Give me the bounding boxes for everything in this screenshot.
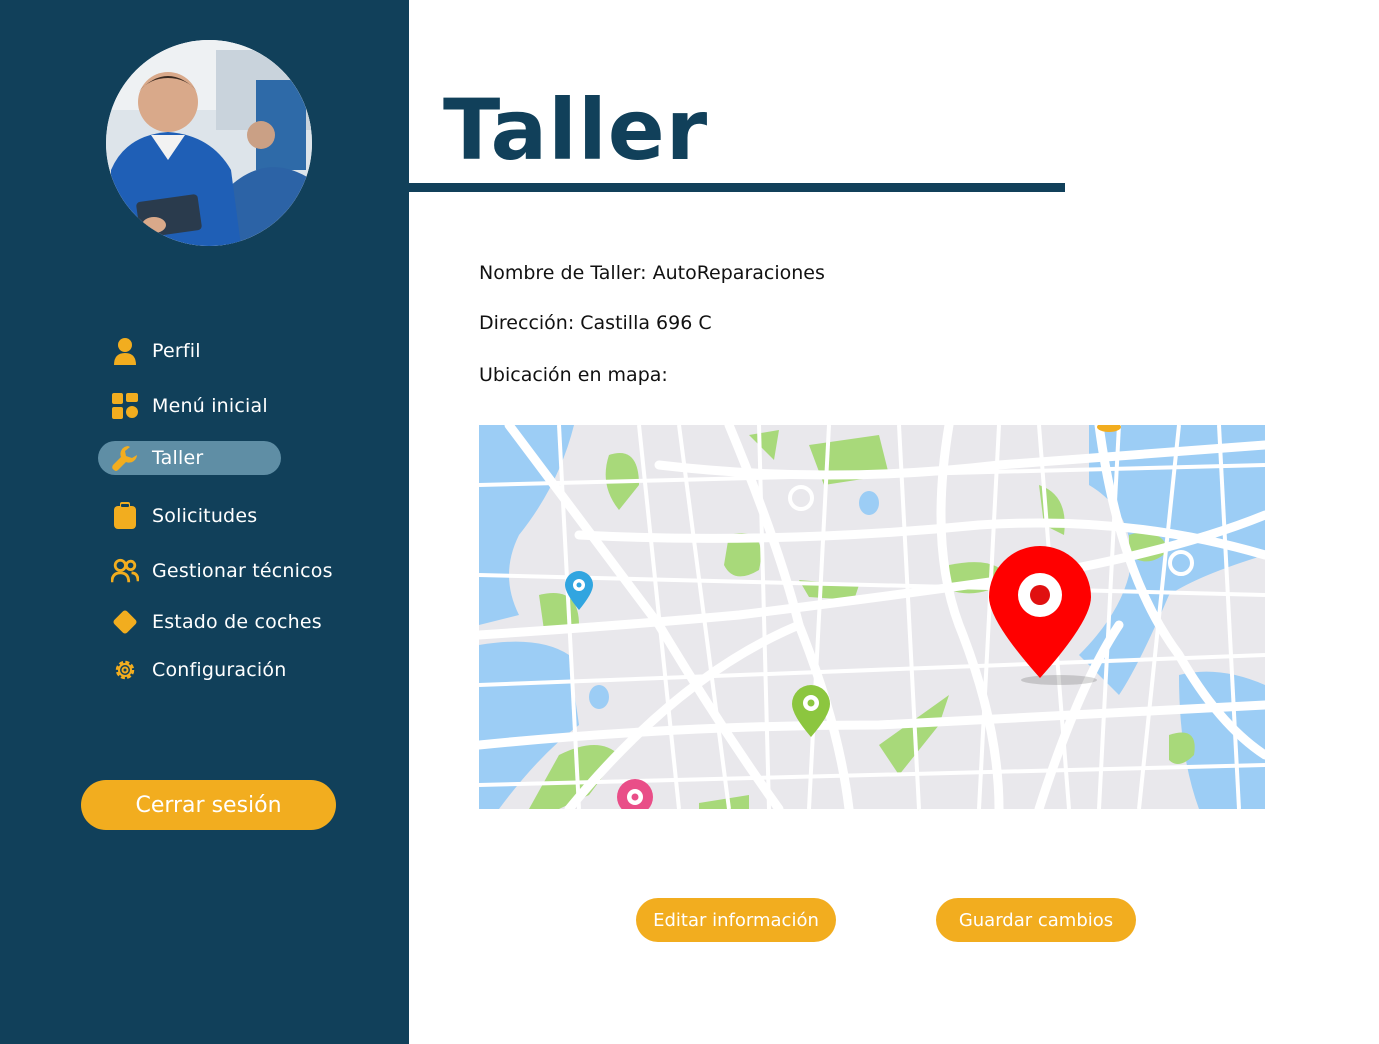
logout-button[interactable]: Cerrar sesión bbox=[81, 780, 336, 830]
sidebar-item-solicitudes[interactable]: Solicitudes bbox=[98, 498, 358, 534]
sidebar: Perfil Menú inicial Taller Solicitudes G… bbox=[0, 0, 409, 1044]
workshop-name: Nombre de Taller: AutoReparaciones bbox=[479, 262, 825, 284]
sidebar-item-label: Perfil bbox=[152, 340, 201, 362]
title-divider bbox=[409, 183, 1065, 192]
sidebar-item-estado-de-coches[interactable]: Estado de coches bbox=[98, 604, 358, 640]
sidebar-item-label: Configuración bbox=[152, 659, 287, 681]
wrench-icon bbox=[111, 444, 139, 472]
sidebar-item-label: Menú inicial bbox=[152, 395, 268, 417]
sidebar-item-label: Taller bbox=[152, 447, 204, 469]
user-icon bbox=[111, 337, 139, 365]
edit-info-button[interactable]: Editar información bbox=[636, 898, 836, 942]
sidebar-item-label: Estado de coches bbox=[152, 611, 322, 633]
page-title: Taller bbox=[443, 81, 709, 179]
sidebar-item-label: Solicitudes bbox=[152, 505, 258, 527]
avatar bbox=[106, 40, 312, 246]
users-icon bbox=[111, 557, 139, 585]
map-label: Ubicación en mapa: bbox=[479, 364, 668, 386]
gear-icon bbox=[111, 656, 139, 684]
map-graphic bbox=[479, 425, 1265, 809]
sidebar-item-gestionar-tecnicos[interactable]: Gestionar técnicos bbox=[98, 553, 358, 589]
location-map[interactable] bbox=[479, 425, 1265, 809]
avatar-photo bbox=[106, 40, 312, 246]
workshop-address: Dirección: Castilla 696 C bbox=[479, 312, 712, 334]
sidebar-item-perfil[interactable]: Perfil bbox=[98, 333, 358, 369]
diamond-icon bbox=[111, 608, 139, 636]
sidebar-item-label: Gestionar técnicos bbox=[152, 560, 333, 582]
save-changes-button[interactable]: Guardar cambios bbox=[936, 898, 1136, 942]
sidebar-item-menu-inicial[interactable]: Menú inicial bbox=[98, 388, 358, 424]
sidebar-item-configuracion[interactable]: Configuración bbox=[98, 652, 358, 688]
sidebar-item-taller[interactable]: Taller bbox=[98, 441, 281, 475]
dashboard-icon bbox=[111, 392, 139, 420]
clipboard-icon bbox=[111, 502, 139, 530]
